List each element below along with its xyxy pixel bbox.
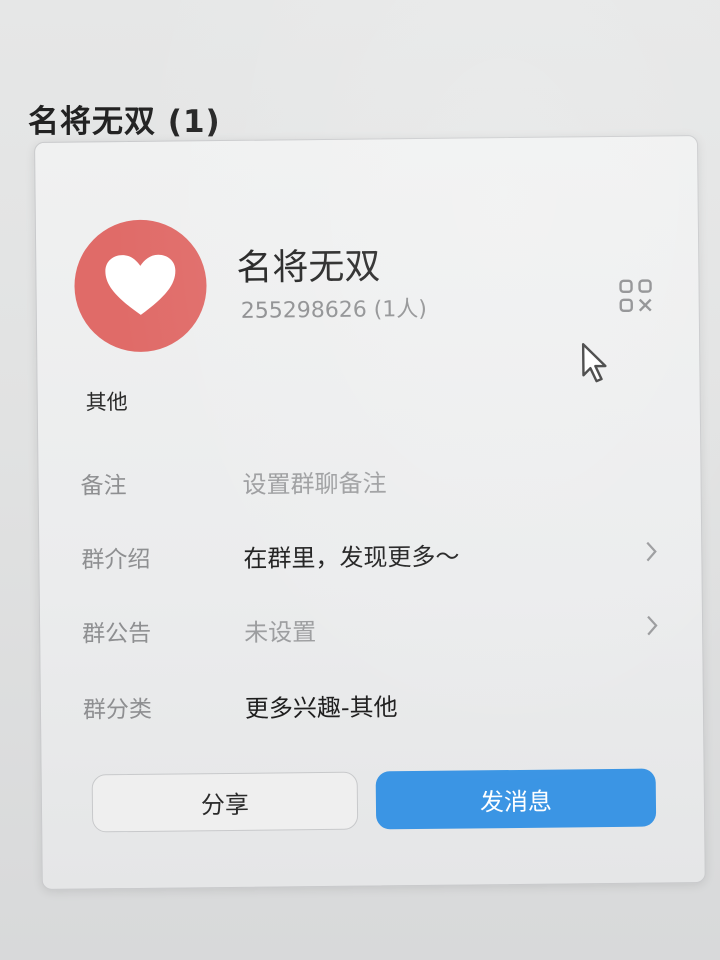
group-avatar[interactable] (73, 219, 208, 353)
group-category-row[interactable]: 群分类 更多兴趣-其他 (83, 676, 663, 732)
send-message-button[interactable]: 发消息 (375, 768, 657, 830)
announcement-value: 未设置 (243, 617, 317, 647)
group-id: 255298626 (1人) (240, 296, 428, 324)
introduction-row[interactable]: 群介绍 在群里，发现更多～ (81, 526, 661, 582)
chevron-right-icon (642, 610, 662, 640)
page-title: 名将无双 (1) (28, 104, 221, 140)
chevron-right-icon (641, 536, 661, 566)
remark-label: 备注 (80, 473, 127, 500)
heart-icon (105, 254, 176, 315)
group-category-value: 更多兴趣-其他 (244, 692, 398, 723)
remark-value: 设置群聊备注 (242, 468, 387, 499)
introduction-label: 群介绍 (81, 546, 151, 574)
announcement-label: 群公告 (82, 620, 152, 648)
qr-code-icon[interactable] (618, 279, 652, 313)
category-tag: 其他 (85, 390, 128, 415)
announcement-row[interactable]: 群公告 未设置 (82, 600, 662, 656)
mouse-cursor-icon (580, 341, 610, 385)
remark-row[interactable]: 备注 设置群聊备注 (80, 452, 660, 508)
share-button[interactable]: 分享 (91, 771, 359, 833)
group-category-label: 群分类 (82, 696, 153, 724)
group-profile-card: 名将无双 255298626 (1人) 其他 备注 设置群聊备注 群介绍 在群里… (34, 135, 706, 890)
introduction-value: 在群里，发现更多～ (243, 542, 460, 573)
group-name: 名将无双 (236, 246, 381, 289)
